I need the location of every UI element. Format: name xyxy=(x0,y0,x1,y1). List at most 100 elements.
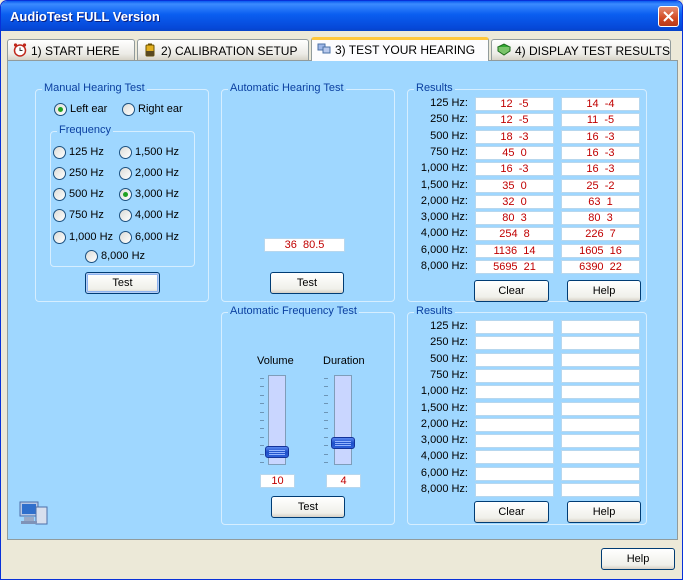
frequency-title: Frequency xyxy=(57,124,113,136)
radio-indicator xyxy=(119,167,132,180)
duration-slider-thumb[interactable] xyxy=(331,436,355,449)
result-left-ear-cell xyxy=(475,401,554,416)
result-left-ear-cell: 35 0 xyxy=(475,178,554,193)
result-left-ear-cell: 254 8 xyxy=(475,227,554,242)
volume-value: 10 xyxy=(260,474,295,488)
slider-tick xyxy=(260,394,264,396)
result-left-ear-cell xyxy=(475,320,554,334)
radio-indicator xyxy=(53,146,66,159)
radio-indicator xyxy=(85,250,98,263)
network-computer-icon xyxy=(19,501,48,525)
manual-test-button[interactable]: Test xyxy=(85,272,160,294)
radio-indicator xyxy=(119,146,132,159)
slider-tick xyxy=(324,453,328,455)
radio-indicator xyxy=(119,231,132,244)
result-left-ear-cell: 12 -5 xyxy=(475,97,554,111)
results-group-1: Results 125 Hz: 12 -5 14 -4 250 Hz: 12 -5 11 … xyxy=(407,82,647,302)
result-left-ear-cell: 80 3 xyxy=(475,211,554,226)
freq-label: 750 Hz xyxy=(69,209,104,221)
result-frequency-label: 2,000 Hz: xyxy=(420,417,468,430)
result-right-ear-cell xyxy=(561,417,640,432)
result-frequency-label: 3,000 Hz: xyxy=(420,434,468,447)
tab-bar: 1) START HERE 2) CALIBRATION SETUP 3) TE… xyxy=(7,37,679,61)
close-button[interactable] xyxy=(658,6,679,27)
frequency-group: Frequency 125 Hz 1,500 Hz 250 Hz 2,000 H… xyxy=(50,124,195,267)
radio-indicator xyxy=(53,209,66,222)
slider-tick xyxy=(260,445,264,447)
result-left-ear-cell: 12 -5 xyxy=(475,113,554,128)
title-bar[interactable]: AudioTest FULL Version xyxy=(1,1,682,31)
result-right-ear-cell: 63 1 xyxy=(561,194,640,209)
manual-hearing-test-title: Manual Hearing Test xyxy=(42,82,147,94)
result-right-ear-cell: 16 -3 xyxy=(561,145,640,160)
radio-indicator xyxy=(53,188,66,201)
volume-slider-thumb[interactable] xyxy=(265,446,289,459)
result-frequency-label: 125 Hz: xyxy=(430,97,468,109)
result-left-ear-cell xyxy=(475,368,554,383)
app-window: AudioTest FULL Version 1) START HERE 2) … xyxy=(0,0,683,580)
slider-tick xyxy=(324,386,328,388)
result-right-ear-cell xyxy=(561,352,640,367)
footer-help-button[interactable]: Help xyxy=(601,548,675,570)
radio-indicator xyxy=(53,231,66,244)
tab-test-your-hearing[interactable]: 3) TEST YOUR HEARING xyxy=(311,37,489,61)
result-frequency-label: 6,000 Hz: xyxy=(420,243,468,256)
result-left-ear-cell xyxy=(475,385,554,400)
results-group-2: Results 125 Hz: 250 Hz: 500 Hz: 750 Hz: 1,00… xyxy=(407,305,647,525)
result-frequency-label: 1,000 Hz: xyxy=(420,385,468,398)
manual-hearing-test-group: Manual Hearing Test Left ear Right ear F… xyxy=(35,82,209,302)
result-left-ear-cell xyxy=(475,417,554,432)
volume-slider[interactable] xyxy=(265,375,289,465)
result-frequency-label: 1,000 Hz: xyxy=(420,162,468,175)
result-frequency-label: 250 Hz: xyxy=(430,336,468,349)
automatic-frequency-test-group: Automatic Frequency Test Volume Duration… xyxy=(221,305,395,525)
tab-display-test-results[interactable]: 4) DISPLAY TEST RESULTS xyxy=(491,39,671,60)
freq-label: 125 Hz xyxy=(69,146,104,158)
result-right-ear-cell: 11 -5 xyxy=(561,113,640,128)
result-frequency-label: 1,500 Hz: xyxy=(420,178,468,191)
freq-label: 4,000 Hz xyxy=(135,209,180,221)
tab-calibration-setup[interactable]: 2) CALIBRATION SETUP xyxy=(137,39,309,60)
slider-tick xyxy=(324,420,328,421)
results-clear-button-1[interactable]: Clear xyxy=(474,280,549,302)
results-help-button-1[interactable]: Help xyxy=(567,280,641,302)
result-right-ear-cell xyxy=(561,385,640,400)
window-title: AudioTest FULL Version xyxy=(10,9,160,24)
freq-label: 500 Hz xyxy=(69,188,104,200)
result-right-ear-cell: 226 7 xyxy=(561,227,640,242)
result-right-ear-cell xyxy=(561,466,640,481)
radio-indicator xyxy=(119,209,132,222)
result-frequency-label: 500 Hz: xyxy=(430,129,468,142)
close-icon xyxy=(663,11,674,22)
tab-start-here[interactable]: 1) START HERE xyxy=(7,39,135,60)
result-right-ear-cell: 14 -4 xyxy=(561,97,640,111)
tab-panel: Manual Hearing Test Left ear Right ear F… xyxy=(7,60,678,540)
freq-label: 2,000 Hz xyxy=(135,167,180,179)
frequency-test-button[interactable]: Test xyxy=(271,496,345,518)
result-right-ear-cell xyxy=(561,483,640,497)
duration-value: 4 xyxy=(326,474,361,488)
result-left-ear-cell xyxy=(475,352,554,367)
slider-tick xyxy=(324,445,328,447)
slider-tick xyxy=(324,394,328,396)
result-frequency-label: 4,000 Hz: xyxy=(420,450,468,463)
slider-tick xyxy=(324,403,328,405)
result-left-ear-cell xyxy=(475,336,554,351)
volume-label: Volume xyxy=(257,355,294,367)
result-left-ear-cell xyxy=(475,483,554,497)
result-frequency-label: 3,000 Hz: xyxy=(420,211,468,224)
result-right-ear-cell xyxy=(561,450,640,465)
results-clear-button-2[interactable]: Clear xyxy=(474,501,549,523)
slider-tick xyxy=(324,462,328,463)
result-left-ear-cell: 1136 14 xyxy=(475,243,554,258)
duration-slider[interactable] xyxy=(331,375,355,465)
automatic-hearing-test-title: Automatic Hearing Test xyxy=(228,82,346,94)
results-help-button-2[interactable]: Help xyxy=(567,501,641,523)
radio-indicator xyxy=(119,188,132,201)
slider-tick xyxy=(260,378,264,379)
automatic-test-button[interactable]: Test xyxy=(270,272,344,294)
slider-tick xyxy=(260,386,264,388)
result-right-ear-cell xyxy=(561,320,640,334)
left-ear-label: Left ear xyxy=(70,103,108,115)
radio-indicator xyxy=(122,103,135,116)
